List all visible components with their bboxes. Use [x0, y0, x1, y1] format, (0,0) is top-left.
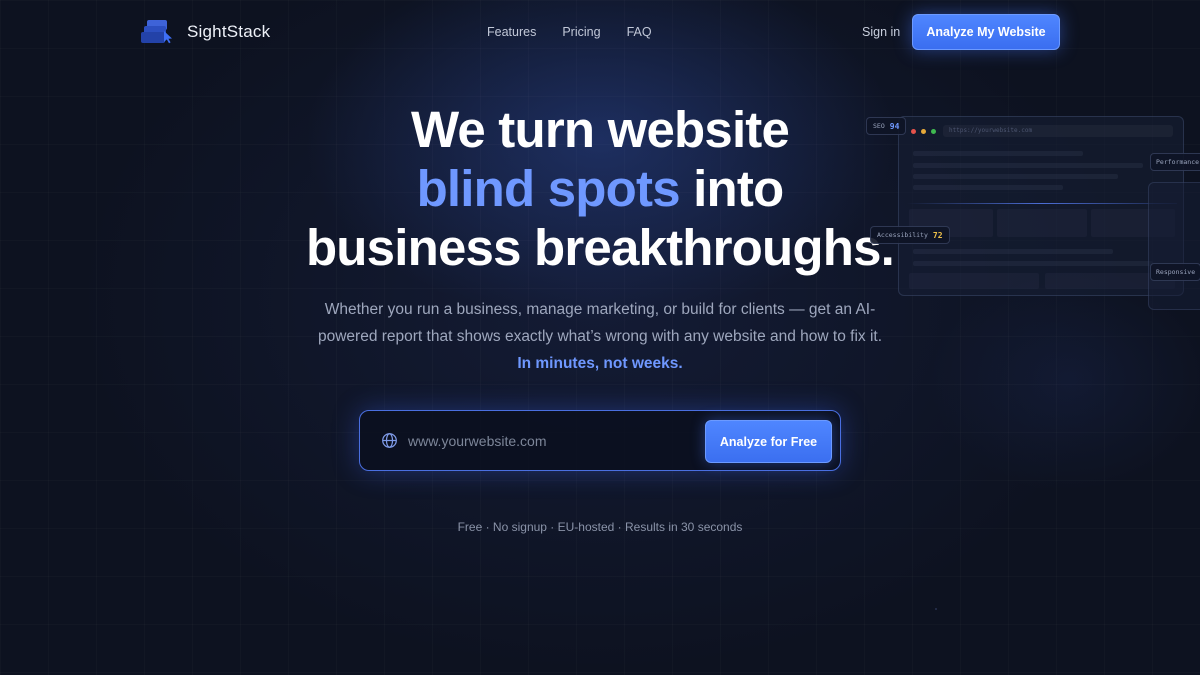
window-dot-yellow	[921, 129, 926, 134]
window-dot-red	[911, 129, 916, 134]
seo-score-badge: SEO 94	[866, 117, 907, 135]
nav-link-pricing[interactable]: Pricing	[562, 25, 600, 39]
headline-line-2-rest: into	[679, 160, 784, 217]
window-dots	[911, 129, 936, 134]
website-url-input[interactable]	[408, 429, 688, 453]
subtitle-text: Whether you run a business, manage marke…	[317, 301, 883, 345]
analyze-for-free-button[interactable]: Analyze for Free	[705, 420, 832, 463]
trust-line: Free · No signup · EU-hosted · Results i…	[457, 520, 743, 534]
url-analyze-form: Analyze for Free	[359, 410, 841, 471]
responsive-badge: Responsive	[1150, 263, 1200, 281]
seo-score: 94	[889, 121, 900, 131]
scan-line	[907, 203, 1177, 204]
nav-links: Features Pricing FAQ	[487, 25, 652, 39]
nav-link-faq[interactable]: FAQ	[627, 25, 652, 39]
brand-name: SightStack	[187, 22, 271, 41]
accessibility-score-badge: Accessibility 72	[870, 226, 950, 244]
mockup-url-bar: https://yourwebsite.com	[943, 125, 1173, 137]
analyze-my-website-button[interactable]: Analyze My Website	[912, 14, 1060, 50]
seo-label: SEO	[873, 122, 885, 130]
headline-accent: blind spots	[416, 160, 681, 217]
performance-label: Performance	[1156, 158, 1200, 166]
headline-line-1: We turn website	[410, 101, 790, 158]
report-mockup-window: https://yourwebsite.com	[898, 116, 1184, 296]
performance-badge: Performance	[1150, 153, 1200, 171]
headline-line-3: business breakthroughs.	[305, 219, 895, 276]
nav-link-features[interactable]: Features	[487, 25, 536, 39]
brand-logo[interactable]: SightStack	[141, 18, 270, 46]
hero-subtitle: Whether you run a business, manage marke…	[310, 296, 890, 377]
accessibility-score: 72	[932, 230, 943, 240]
subtitle-emphasis: In minutes, not weeks.	[517, 355, 683, 372]
mockup-side-panel	[1148, 182, 1200, 310]
globe-icon	[381, 432, 398, 454]
stack-logo-icon	[141, 18, 175, 46]
decorative-dot	[935, 608, 937, 610]
top-navigation: SightStack Features Pricing FAQ Sign in …	[0, 0, 1200, 64]
accessibility-label: Accessibility	[877, 231, 928, 239]
sign-in-link[interactable]: Sign in	[862, 25, 900, 39]
window-dot-green	[931, 129, 936, 134]
responsive-label: Responsive	[1156, 268, 1196, 276]
